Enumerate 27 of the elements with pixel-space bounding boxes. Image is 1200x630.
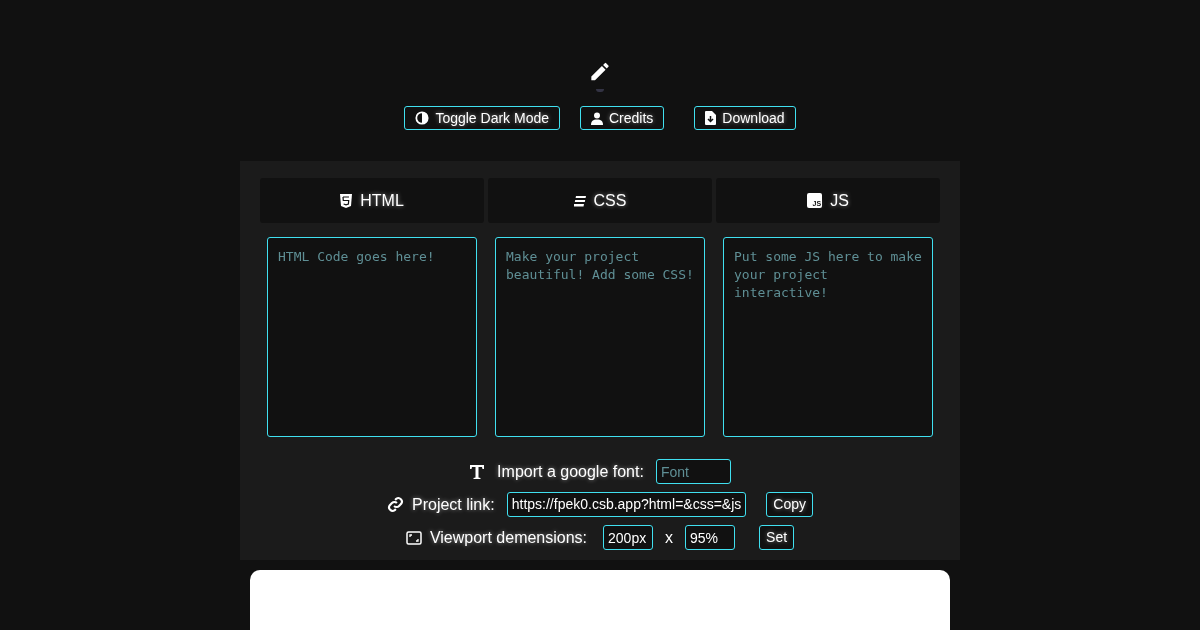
editor-tab[interactable]: CSS	[488, 178, 712, 223]
text-icon	[469, 463, 486, 480]
project-link-label: Project link:	[412, 494, 495, 515]
file-download-icon	[705, 111, 717, 125]
loading-mark	[596, 89, 604, 92]
user-icon	[591, 111, 603, 125]
height-input[interactable]: 95%	[685, 525, 736, 550]
contrast-icon	[415, 111, 430, 125]
html5-icon	[340, 193, 353, 208]
link-icon	[387, 496, 404, 513]
code-editor[interactable]: HTML Code goes here!	[267, 237, 477, 437]
font-label: Import a google font:	[497, 461, 644, 482]
times-sign: x	[665, 527, 674, 548]
toolbar-button[interactable]: Toggle Dark Mode	[404, 106, 560, 130]
toolbar-button[interactable]: Download	[694, 106, 796, 130]
viewport-label: Viewport demensions:	[429, 527, 588, 548]
code-editor[interactable]: Put some JS here to make your project interactive!	[723, 237, 933, 437]
width-input[interactable]: 200px	[603, 525, 654, 550]
font-input[interactable]: Font	[655, 459, 731, 484]
copy-button[interactable]: Copy	[766, 492, 813, 517]
set-button[interactable]: Set	[759, 525, 795, 550]
project-link-field[interactable]: https://fpek0.csb.app?html=&css=&js	[506, 492, 747, 517]
code-editor[interactable]: Make your project beautiful! Add some CSS!	[495, 237, 705, 437]
css3-icon	[573, 194, 586, 207]
toolbar-button[interactable]: Credits	[580, 106, 665, 130]
viewport-icon	[405, 530, 422, 545]
editor-tab[interactable]: HTML	[260, 178, 484, 223]
